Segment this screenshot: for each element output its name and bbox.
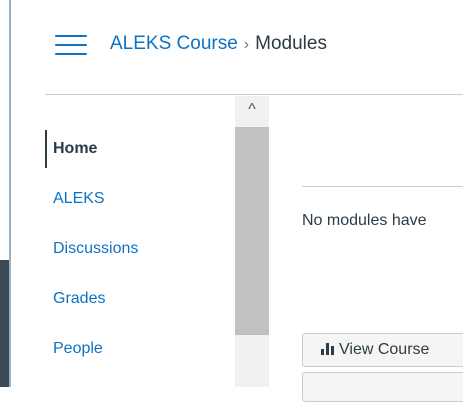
window-left-edge <box>0 0 11 387</box>
scroll-up-arrow-icon[interactable]: ^ <box>235 96 269 126</box>
scrollbar-thumb[interactable] <box>235 127 269 335</box>
empty-modules-message: No modules have <box>302 212 427 229</box>
window-left-edge-dark <box>0 260 9 387</box>
nav-item-discussions[interactable]: Discussions <box>45 224 235 274</box>
nav-item-people[interactable]: People <box>45 324 235 374</box>
hamburger-menu-icon[interactable] <box>55 35 87 55</box>
breadcrumb-course-link[interactable]: ALEKS Course <box>110 33 238 54</box>
content-divider <box>302 186 463 187</box>
breadcrumb-separator: › <box>243 36 250 53</box>
view-course-label: View Course <box>339 341 430 358</box>
breadcrumb-current: Modules <box>255 33 327 54</box>
course-navigation: Home ALEKS Discussions Grades People <box>45 124 235 374</box>
bar-chart-icon <box>321 343 335 355</box>
breadcrumb: ALEKS Course › Modules <box>110 33 327 55</box>
nav-item-grades[interactable]: Grades <box>45 274 235 324</box>
view-course-button[interactable]: View Course <box>302 333 463 367</box>
header-divider <box>45 94 463 95</box>
nav-item-home[interactable]: Home <box>45 124 235 174</box>
secondary-button[interactable] <box>302 372 463 402</box>
nav-item-aleks[interactable]: ALEKS <box>45 174 235 224</box>
